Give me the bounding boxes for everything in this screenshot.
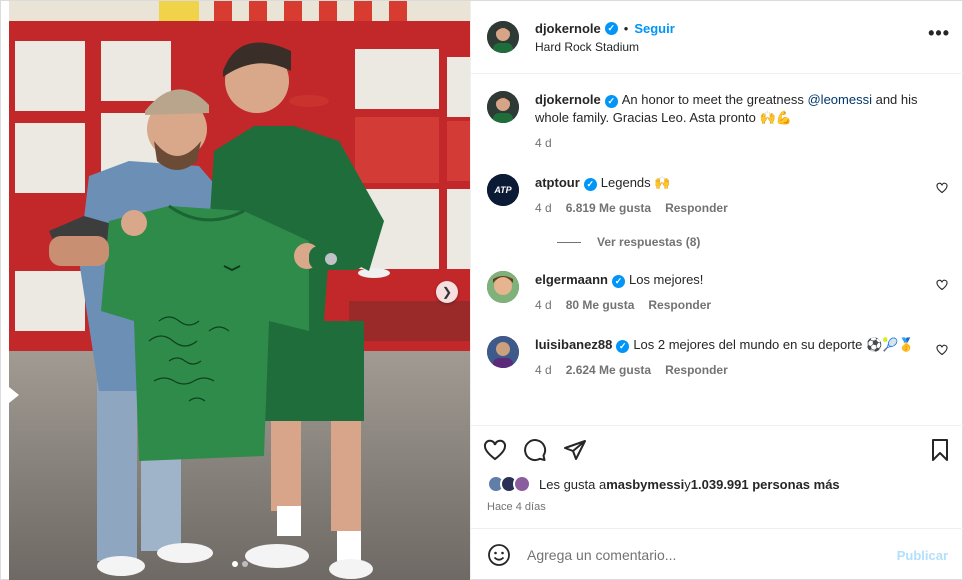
publish-button[interactable]: Publicar <box>897 548 948 563</box>
post-location[interactable]: Hard Rock Stadium <box>535 40 675 54</box>
post-header: djokernole ✓ • Seguir Hard Rock Stadium … <box>471 1 963 74</box>
verified-badge-icon: ✓ <box>583 177 597 191</box>
carousel-dots <box>231 561 248 567</box>
comment-item: luisibanez88 ✓ Los 2 mejores del mundo en … <box>487 336 948 379</box>
chevron-right-icon: ❯ <box>441 285 453 299</box>
comment-item: ATP atptour ✓ Legends 🙌 4 d 6.819 Me gusta… <box>487 174 948 217</box>
liker-avatar <box>513 475 531 493</box>
previous-indicator-icon <box>9 387 19 403</box>
comment-username[interactable]: luisibanez88 <box>535 337 612 352</box>
like-heart-icon[interactable] <box>483 438 507 462</box>
comment-likes[interactable]: 80 Me gusta <box>566 296 635 314</box>
caption: djokernole ✓ An honor to meet the greatnes… <box>487 91 948 152</box>
post-photo[interactable]: ❯ <box>9 1 470 580</box>
comments-section[interactable]: djokernole ✓ An honor to meet the greatnes… <box>471 75 963 425</box>
comment-avatar[interactable] <box>487 336 519 368</box>
follow-button[interactable]: Seguir <box>634 21 674 36</box>
caption-username[interactable]: djokernole <box>535 92 601 107</box>
reply-button[interactable]: Responder <box>648 296 711 314</box>
view-replies-label: Ver respuestas (8) <box>597 235 701 249</box>
comment-avatar[interactable] <box>487 271 519 303</box>
verified-badge-icon: ✓ <box>604 94 618 108</box>
more-horizontal-icon[interactable]: ••• <box>928 24 950 42</box>
verified-badge-icon: ✓ <box>616 339 630 353</box>
author-username[interactable]: djokernole <box>535 21 601 36</box>
post-details-panel: djokernole ✓ • Seguir Hard Rock Stadium … <box>470 1 963 580</box>
post-actions-bar <box>471 425 963 473</box>
comment-text: Legends 🙌 <box>600 175 671 190</box>
instagram-post-modal: ❯ djokernole ✓ • Seguir Hard Rock Stadiu… <box>0 0 963 580</box>
likes-count[interactable]: 1.039.991 personas más <box>691 477 840 492</box>
comment-item: elgermaann ✓ Los mejores! 4 d 80 Me gusta … <box>487 271 948 314</box>
share-send-icon[interactable] <box>563 438 587 462</box>
comment-text: Los mejores! <box>628 272 704 287</box>
like-comment-heart-icon[interactable] <box>936 279 948 291</box>
replies-divider <box>557 241 581 243</box>
like-comment-heart-icon[interactable] <box>936 182 948 194</box>
likes-summary: Les gusta a masbymessi y 1.039.991 perso… <box>487 475 840 493</box>
liker-username[interactable]: masbymessi <box>606 477 684 492</box>
comment-input[interactable] <box>527 547 897 563</box>
caption-time[interactable]: 4 d <box>535 134 552 152</box>
post-timestamp[interactable]: Hace 4 días <box>487 501 546 513</box>
next-image-button[interactable]: ❯ <box>436 281 458 303</box>
comment-time[interactable]: 4 d <box>535 199 552 217</box>
liker-avatars <box>487 475 531 493</box>
author-avatar[interactable] <box>487 21 519 53</box>
comment-composer: Publicar <box>471 528 963 580</box>
comment-avatar[interactable]: ATP <box>487 174 519 206</box>
separator-dot: • <box>623 20 629 36</box>
emoji-icon[interactable] <box>487 543 511 567</box>
photo-illustration <box>9 1 470 580</box>
svg-text:ATP: ATP <box>493 185 512 195</box>
carousel-dot <box>231 561 238 567</box>
mention-link[interactable]: @leomessi <box>807 92 872 107</box>
verified-badge-icon: ✓ <box>604 21 618 35</box>
caption-text: An honor to meet the greatness <box>621 92 808 107</box>
comment-bubble-icon[interactable] <box>523 438 547 462</box>
caption-avatar[interactable] <box>487 91 519 123</box>
verified-badge-icon: ✓ <box>611 274 625 288</box>
comment-username[interactable]: atptour <box>535 175 580 190</box>
save-bookmark-icon[interactable] <box>928 438 952 462</box>
comment-text: Los 2 mejores del mundo en su deporte ⚽🎾… <box>633 337 915 352</box>
comment-likes[interactable]: 2.624 Me gusta <box>566 361 651 379</box>
comment-time[interactable]: 4 d <box>535 361 552 379</box>
likes-prefix: Les gusta a <box>539 476 607 492</box>
reply-button[interactable]: Responder <box>665 361 728 379</box>
comment-username[interactable]: elgermaann <box>535 272 608 287</box>
comment-time[interactable]: 4 d <box>535 296 552 314</box>
carousel-dot <box>241 561 248 567</box>
comment-likes[interactable]: 6.819 Me gusta <box>566 199 651 217</box>
like-comment-heart-icon[interactable] <box>936 344 948 356</box>
view-replies-button[interactable]: Ver respuestas (8) <box>557 235 948 249</box>
reply-button[interactable]: Responder <box>665 199 728 217</box>
